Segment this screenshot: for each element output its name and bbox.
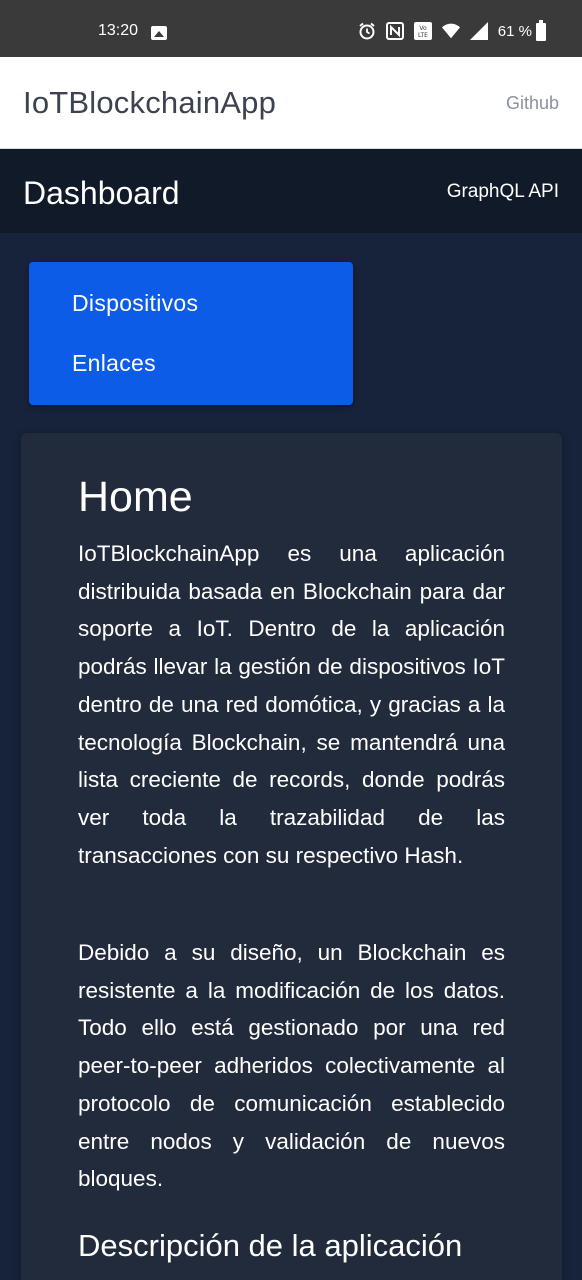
section-heading: Descripción de la aplicación [78,1228,463,1263]
nfc-icon [385,22,404,40]
svg-text:Vo: Vo [419,25,427,32]
signal-icon [469,22,488,40]
status-bar: 13:20 Vo LTE 61 % [0,0,582,57]
menu-item-enlaces[interactable]: Enlaces [72,350,156,377]
github-link[interactable]: Github [506,93,559,114]
status-time: 13:20 [98,22,139,39]
top-navbar: IoTBlockchainApp Github [0,57,582,149]
content-title: Home [78,473,193,521]
battery-percent: 61 % [497,22,532,40]
image-icon [151,26,167,40]
status-icons: Vo LTE 61 % [358,22,548,40]
content-card: Home IoTBlockchainApp es una aplicación … [21,433,562,1280]
graphql-api-link[interactable]: GraphQL API [447,181,559,203]
volte-icon: Vo LTE [413,22,432,40]
intro-paragraph: IoTBlockchainApp es una aplicación distr… [78,541,505,868]
alarm-icon [358,22,376,40]
menu-item-dispositivos[interactable]: Dispositivos [72,290,198,317]
dashboard-bar: Dashboard GraphQL API [0,149,582,233]
wifi-icon [441,22,460,40]
page-title: Dashboard [23,175,180,211]
design-paragraph: Debido a su diseño, un Blockchain es res… [78,940,505,1192]
side-menu: Dispositivos Enlaces [29,262,353,405]
battery-icon [536,20,546,41]
app-brand[interactable]: IoTBlockchainApp [23,85,276,121]
svg-text:LTE: LTE [418,32,428,39]
